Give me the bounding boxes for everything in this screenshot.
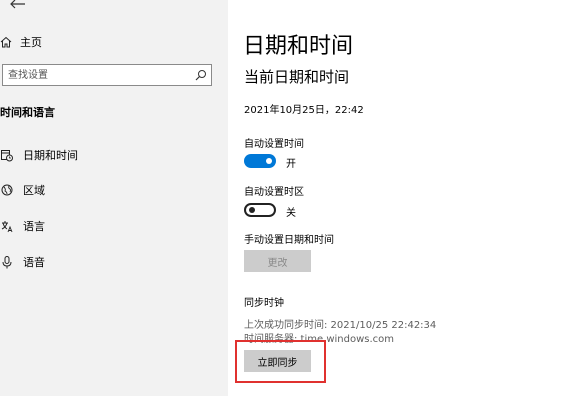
sidebar-item-label: 语音: [23, 256, 45, 269]
auto-time-state: 开: [286, 159, 296, 170]
search-input[interactable]: [3, 65, 196, 85]
toggle-knob: [266, 158, 272, 164]
toggle-knob: [249, 207, 255, 213]
search-box: [2, 64, 212, 86]
auto-timezone-state: 关: [286, 208, 296, 219]
last-sync-text: 上次成功同步时间: 2021/10/25 22:42:34: [244, 320, 437, 331]
sidebar-item-region[interactable]: 区域: [0, 181, 45, 199]
section-title: 时间和语言: [0, 106, 55, 119]
back-button[interactable]: [7, 0, 27, 10]
sidebar-item-home[interactable]: 主页: [0, 33, 42, 51]
section-heading: 当前日期和时间: [244, 68, 350, 86]
sync-clock-label: 同步时钟: [244, 298, 284, 309]
time-server-text: 时间服务器: time.windows.com: [244, 334, 395, 345]
sidebar-item-speech[interactable]: 语音: [0, 253, 45, 271]
sidebar-item-label: 日期和时间: [23, 149, 78, 162]
current-datetime: 2021年10月25日，22:42: [244, 105, 364, 116]
sync-now-button[interactable]: 立即同步: [244, 350, 311, 372]
search-icon[interactable]: [195, 69, 207, 81]
sidebar-item-datetime[interactable]: 日期和时间: [0, 146, 78, 164]
sidebar-item-language[interactable]: 语言: [0, 217, 45, 235]
back-arrow-icon: [10, 0, 25, 9]
home-icon: [0, 36, 12, 48]
auto-time-label: 自动设置时间: [244, 139, 304, 150]
sidebar-item-label: 区域: [23, 184, 45, 197]
sidebar: 主页 时间和语言 日期和时间 区域: [0, 0, 228, 396]
page-title: 日期和时间: [243, 34, 354, 59]
auto-timezone-toggle[interactable]: [244, 203, 276, 217]
home-label: 主页: [20, 36, 42, 49]
manual-datetime-label: 手动设置日期和时间: [244, 235, 334, 246]
calendar-clock-icon: [0, 148, 14, 162]
auto-timezone-label: 自动设置时区: [244, 187, 304, 198]
microphone-icon: [0, 255, 14, 269]
main-panel: 日期和时间 当前日期和时间 2021年10月25日，22:42 自动设置时间 开…: [228, 0, 587, 396]
globe-icon: [0, 183, 14, 197]
sidebar-item-label: 语言: [23, 220, 45, 233]
change-button[interactable]: 更改: [244, 250, 311, 272]
language-icon: [0, 219, 14, 233]
auto-time-toggle[interactable]: [244, 154, 276, 168]
